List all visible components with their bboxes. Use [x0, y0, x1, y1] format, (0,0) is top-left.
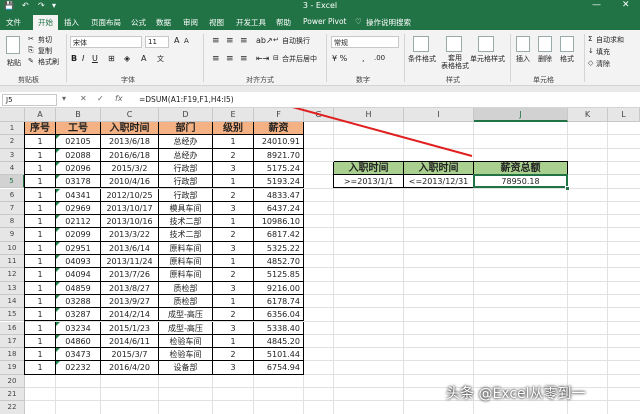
merge-icon[interactable]: ⊟ — [273, 54, 279, 62]
font-group-label: 字体 — [121, 76, 135, 84]
copy-button[interactable]: 复制 — [38, 46, 52, 56]
italic-icon[interactable]: I — [82, 54, 84, 63]
tab-help[interactable]: 帮助 — [276, 17, 291, 28]
brush-icon[interactable]: ✎ — [28, 57, 34, 65]
autosum-button[interactable]: 自动求和 — [596, 35, 624, 45]
lightbulb-icon: ♡ — [355, 17, 362, 26]
format-cells-icon[interactable] — [560, 36, 574, 52]
tab-insert[interactable]: 插入 — [64, 17, 79, 28]
conditional-format-icon[interactable] — [413, 36, 429, 52]
middle-align-icon[interactable]: ≡ — [226, 36, 234, 46]
ribbon-divider — [326, 34, 327, 82]
tab-formulas[interactable]: 公式 — [131, 17, 146, 28]
tab-file[interactable]: 文件 — [6, 17, 21, 28]
wrap-text-icon[interactable]: ↵ — [273, 36, 279, 44]
tab-home[interactable]: 开始 — [33, 15, 58, 30]
orientation-icon[interactable]: ab↗ — [256, 36, 273, 45]
cell-styles-icon[interactable] — [478, 36, 494, 52]
autosum-icon[interactable]: Σ — [588, 35, 592, 43]
annotation-arrow — [292, 108, 473, 157]
cancel-icon[interactable]: ✕ — [80, 94, 87, 103]
formula-bar: J5 ▾ ✕ ✓ fx =DSUM(A1:F19,F1,H4:I5) — [0, 92, 640, 108]
conditional-format-button[interactable]: 条件格式 — [408, 54, 436, 64]
font-grow-icon[interactable]: A — [174, 36, 179, 45]
format-as-table-button[interactable]: 套用 表格格式 — [441, 54, 469, 70]
format-painter-button[interactable]: 格式刷 — [38, 57, 59, 67]
title-bar: 💾 ↶ ↷ ▾ 3 - Excel — ✕ — [0, 0, 640, 14]
wrap-text-button[interactable]: 自动换行 — [282, 36, 310, 46]
decimal-icon[interactable]: .00 — [374, 54, 385, 62]
phonetic-icon[interactable]: 文 — [157, 54, 164, 64]
font-shrink-icon[interactable]: A — [184, 37, 189, 45]
paste-button[interactable]: 粘贴 — [7, 58, 21, 68]
ribbon-divider — [510, 34, 511, 82]
number-group-label: 数字 — [356, 76, 370, 84]
tell-me-search[interactable]: 操作说明搜索 — [366, 17, 411, 28]
font-name-select[interactable]: 宋体 — [70, 36, 142, 48]
paste-icon[interactable] — [6, 36, 20, 54]
align-left-icon[interactable]: ≡ — [212, 54, 220, 64]
clear-button[interactable]: 清除 — [596, 59, 610, 69]
format-table-icon[interactable] — [446, 36, 462, 52]
worksheet-grid[interactable]: ABCDEFGHIJKL1234567891011121314151617181… — [0, 108, 640, 414]
indent-icon[interactable]: ⇤⇥ — [256, 54, 269, 63]
clipboard-group-label: 剪贴板 — [18, 76, 39, 84]
top-align-icon[interactable]: ≡ — [212, 36, 220, 46]
align-right-icon[interactable]: ≡ — [240, 54, 248, 64]
copy-icon[interactable]: ⎘ — [28, 46, 34, 55]
delete-cells-button[interactable]: 删除 — [538, 54, 552, 64]
enter-icon[interactable]: ✓ — [97, 94, 104, 103]
close-icon[interactable]: ✕ — [622, 0, 630, 10]
align-center-icon[interactable]: ≡ — [226, 54, 234, 64]
ribbon-tabs: 文件 开始 插入 页面布局 公式 数据 审阅 视图 开发工具 帮助 Power … — [0, 14, 640, 30]
ribbon: 粘贴 ✂ 剪切 ⎘ 复制 ✎ 格式刷 剪贴板 宋体 11 A A B I U ⊞… — [0, 30, 640, 86]
fill-down-icon[interactable]: ↓ — [588, 47, 594, 55]
name-box-dropdown-icon[interactable]: ▾ — [62, 94, 66, 103]
ribbon-divider — [203, 34, 204, 82]
scissors-icon[interactable]: ✂ — [28, 35, 34, 43]
minimize-icon[interactable]: — — [592, 0, 601, 10]
borders-icon[interactable]: ⊞ — [108, 54, 115, 63]
tab-developer[interactable]: 开发工具 — [236, 17, 266, 28]
alignment-group-label: 对齐方式 — [246, 76, 274, 84]
merge-center-button[interactable]: 合并后居中 — [282, 54, 317, 64]
tab-data[interactable]: 数据 — [156, 17, 171, 28]
cells-group-label: 单元格 — [533, 76, 554, 84]
name-box[interactable]: J5 — [2, 94, 57, 106]
fill-button[interactable]: 填充 — [596, 47, 610, 57]
comma-style-icon[interactable]: , — [362, 54, 365, 63]
tab-view[interactable]: 视图 — [209, 17, 224, 28]
ribbon-divider — [66, 34, 67, 82]
tab-page-layout[interactable]: 页面布局 — [91, 17, 121, 28]
cut-button[interactable]: 剪切 — [38, 35, 52, 45]
tab-review[interactable]: 审阅 — [183, 17, 198, 28]
format-cells-button[interactable]: 格式 — [560, 54, 574, 64]
ribbon-divider — [404, 34, 405, 82]
delete-cells-icon[interactable] — [538, 36, 552, 52]
insert-function-icon[interactable]: fx — [115, 94, 123, 103]
underline-icon[interactable]: U — [92, 54, 98, 63]
bottom-align-icon[interactable]: ≡ — [240, 36, 248, 46]
font-size-select[interactable]: 11 — [145, 36, 169, 48]
font-color-icon[interactable]: A — [141, 54, 146, 63]
ribbon-divider — [584, 34, 585, 82]
insert-cells-button[interactable]: 插入 — [516, 54, 530, 64]
tab-power-pivot[interactable]: Power Pivot — [303, 17, 346, 26]
insert-cells-icon[interactable] — [516, 36, 530, 52]
currency-icon[interactable]: ¥ % — [332, 54, 347, 63]
watermark: 头条 @Excel从零到一 — [446, 386, 586, 402]
cell-styles-button[interactable]: 单元格样式 — [470, 54, 505, 64]
fill-color-icon[interactable]: ◈ — [124, 54, 130, 63]
window-title: 3 - Excel — [302, 1, 338, 10]
formula-input[interactable]: =DSUM(A1:F19,F1,H4:I5) — [139, 95, 234, 104]
eraser-icon[interactable]: ◇ — [588, 59, 593, 67]
styles-group-label: 样式 — [446, 76, 460, 84]
bold-icon[interactable]: B — [71, 54, 77, 63]
number-format-select[interactable]: 常规 — [331, 36, 399, 48]
